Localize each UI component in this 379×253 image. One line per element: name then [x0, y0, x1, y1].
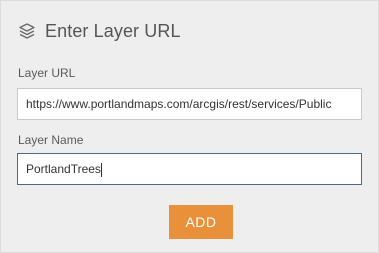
- layer-name-value: PortlandTrees: [26, 162, 101, 176]
- add-button[interactable]: ADD: [169, 205, 233, 239]
- layer-url-input[interactable]: https://www.portlandmaps.com/arcgis/rest…: [17, 88, 362, 120]
- layers-icon: [18, 22, 36, 40]
- layer-url-value: https://www.portlandmaps.com/arcgis/rest…: [26, 97, 332, 111]
- panel-title: Enter Layer URL: [45, 20, 181, 41]
- text-caret: [100, 162, 102, 177]
- layer-url-label: Layer URL: [18, 66, 76, 80]
- layer-name-label: Layer Name: [18, 133, 84, 147]
- panel-header: Enter Layer URL: [18, 19, 181, 43]
- layer-name-input[interactable]: PortlandTrees: [17, 153, 362, 185]
- add-layer-panel: Enter Layer URL Layer URL https://www.po…: [0, 0, 379, 253]
